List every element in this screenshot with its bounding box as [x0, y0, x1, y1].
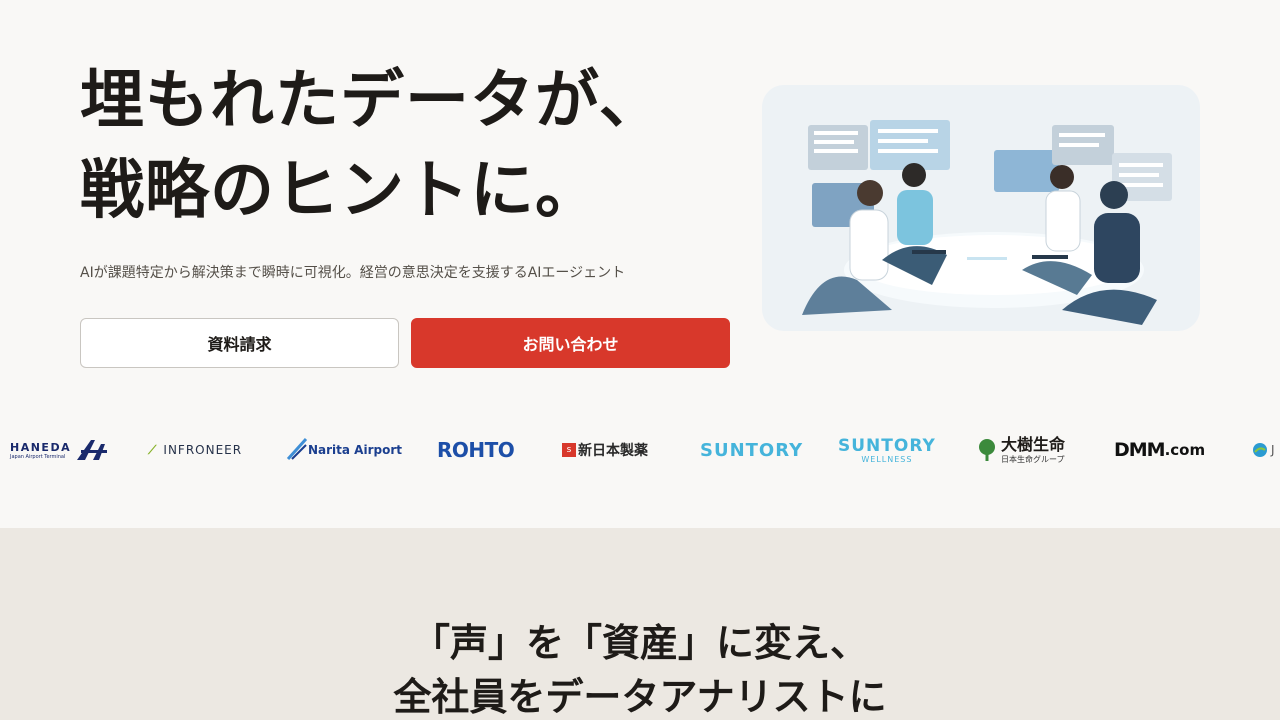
- hero-section: 埋もれたデータが、 戦略のヒントに。 AIが課題特定から解決策まで瞬時に可視化。…: [0, 0, 1280, 528]
- headline-line-1: 埋もれたデータが、: [80, 63, 664, 138]
- request-documents-button[interactable]: 資料請求: [80, 318, 399, 368]
- narita-plane-icon: [286, 437, 308, 461]
- shinnihon-logo-text: 新日本製薬: [578, 443, 648, 459]
- client-logos-strip: HANEDA Japan Airport Terminal ⟋ INFRONEE…: [0, 420, 1280, 480]
- section-heading-line-1: 「声」を「資産」に変え、: [411, 620, 868, 665]
- suntory-wellness-logo-subtext: WELLNESS: [861, 454, 913, 464]
- haneda-logo: HANEDA Japan Airport Terminal: [10, 420, 109, 480]
- section-heading: 「声」を「資産」に変え、 全社員をデータアナリストに: [0, 616, 1280, 720]
- dmm-logo: DMM .com: [1114, 420, 1205, 480]
- value-proposition-section: 「声」を「資産」に変え、 全社員をデータアナリストに: [0, 528, 1280, 720]
- dmm-logo-suffix: .com: [1164, 441, 1206, 459]
- narita-logo-text: Narita Airport: [308, 443, 402, 457]
- infroneer-logo: ⟋ INFRONEER: [148, 420, 242, 480]
- shinnihon-mark-icon: s: [562, 443, 576, 457]
- haneda-mark-icon: [77, 440, 108, 460]
- partial-logo: J: [1252, 420, 1275, 480]
- taiju-logo-subtext: 日本生命グループ: [1001, 454, 1065, 464]
- business-meeting-illustration: [762, 85, 1200, 331]
- suntory-wellness-logo-text: SUNTORY: [838, 435, 936, 456]
- narita-airport-logo: Narita Airport: [286, 420, 402, 480]
- partial-logo-text: J: [1271, 443, 1275, 457]
- haneda-logo-subtext: Japan Airport Terminal: [10, 453, 66, 460]
- suntory-wellness-logo: SUNTORY WELLNESS: [838, 420, 936, 480]
- taiju-logo-text: 大樹生命: [1001, 434, 1066, 454]
- headline-line-2: 戦略のヒントに。: [80, 153, 600, 228]
- dmm-logo-text: DMM: [1114, 439, 1166, 461]
- suntory-logo: SUNTORY: [700, 439, 804, 461]
- infroneer-logo-text: INFRONEER: [163, 443, 243, 457]
- haneda-logo-text: HANEDA: [10, 440, 72, 454]
- infroneer-mark-icon: ⟋: [148, 442, 158, 457]
- hero-subtext: AIが課題特定から解決策まで瞬時に可視化。経営の意思決定を支援するAIエージェン…: [80, 265, 626, 281]
- tree-icon: [979, 439, 995, 461]
- hero-headline: 埋もれたデータが、 戦略のヒントに。: [80, 56, 740, 236]
- contact-button[interactable]: お問い合わせ: [411, 318, 730, 368]
- globe-icon: [1253, 443, 1267, 457]
- taiju-life-logo: 大樹生命 日本生命グループ: [976, 420, 1065, 480]
- section-heading-line-2: 全社員をデータアナリストに: [393, 674, 887, 719]
- rohto-logo: ROHTO: [437, 438, 515, 462]
- shinnihon-logo: s 新日本製薬: [562, 420, 648, 480]
